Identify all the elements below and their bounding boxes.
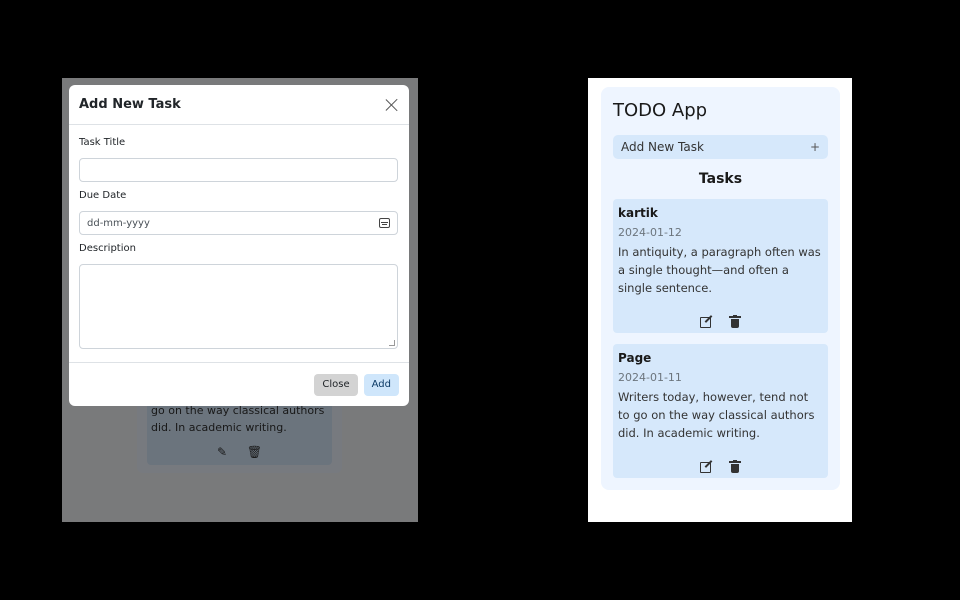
task-name: Page (618, 351, 652, 365)
close-icon[interactable] (385, 98, 399, 112)
modal-footer: Close Add (69, 362, 409, 406)
description-textarea[interactable] (79, 264, 398, 349)
due-date-placeholder: dd-mm-yyyy (87, 217, 150, 229)
modal-header: Add New Task (69, 85, 409, 125)
todo-app-container: TODO App Add New Task + Tasks kartik 202… (601, 87, 840, 490)
task-date: 2024-01-11 (618, 371, 682, 384)
calendar-icon[interactable] (379, 218, 390, 228)
tasks-heading: Tasks (698, 171, 743, 187)
trash-icon[interactable] (728, 315, 742, 328)
app-screen: TODO App Add New Task + Tasks kartik 202… (588, 78, 852, 522)
task-name: kartik (618, 206, 658, 220)
due-date-label: Due Date (79, 190, 127, 201)
add-new-task-button[interactable]: Add New Task + (613, 135, 828, 159)
modal-title: Add New Task (79, 97, 181, 112)
add-task-modal: Add New Task Task Title Due Date dd-mm-y… (69, 85, 409, 406)
task-card: kartik 2024-01-12 In antiquity, a paragr… (613, 199, 828, 333)
edit-icon[interactable] (699, 460, 713, 473)
description-label: Description (79, 243, 136, 254)
task-description: Writers today, however, tend not to go o… (618, 390, 815, 440)
task-title-label: Task Title (79, 137, 126, 148)
close-button[interactable]: Close (314, 373, 358, 396)
app-title: TODO App (613, 100, 708, 121)
due-date-input[interactable]: dd-mm-yyyy (79, 211, 398, 235)
task-description: In antiquity, a paragraph often was a si… (618, 245, 821, 295)
task-actions (613, 460, 828, 473)
resize-handle-icon[interactable] (389, 340, 395, 346)
task-date: 2024-01-12 (618, 226, 682, 239)
edit-icon[interactable] (699, 315, 713, 328)
plus-icon: + (809, 140, 820, 154)
trash-icon[interactable] (728, 460, 742, 473)
add-new-task-label: Add New Task (621, 140, 704, 154)
task-actions (613, 315, 828, 328)
task-card: Page 2024-01-11 Writers today, however, … (613, 344, 828, 478)
modal-screen: go on the way classical authors did. In … (62, 78, 418, 522)
task-title-input[interactable] (79, 158, 398, 182)
modal-body: Task Title Due Date dd-mm-yyyy Descripti… (69, 125, 409, 349)
add-button[interactable]: Add (363, 373, 399, 396)
